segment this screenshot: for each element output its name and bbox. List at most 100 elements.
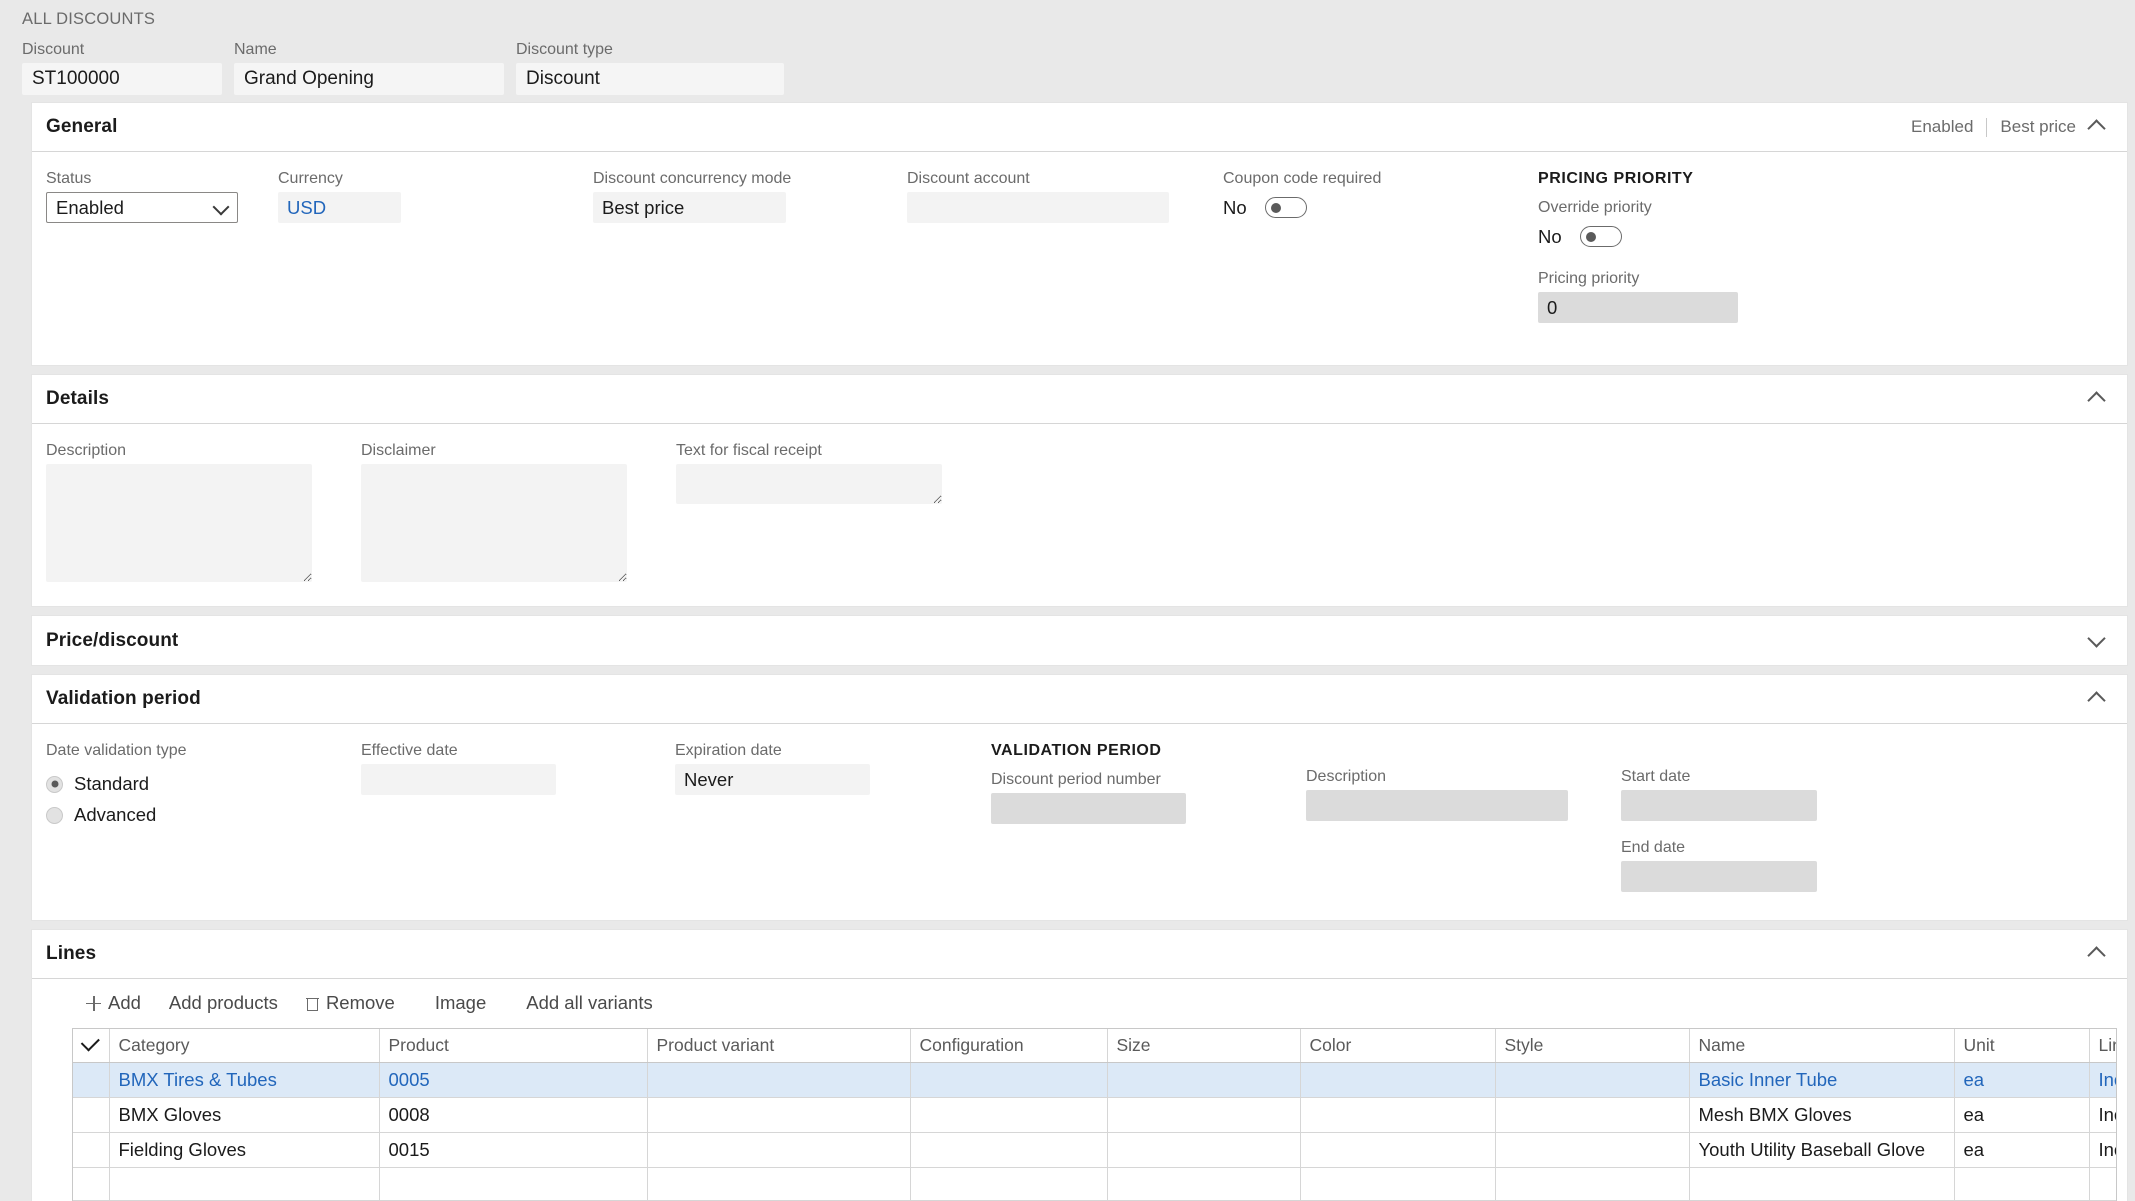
disclaimer-textarea[interactable] (361, 464, 627, 582)
row-select-cell[interactable] (73, 1132, 110, 1168)
price-discount-section-header[interactable]: Price/discount (32, 616, 2127, 665)
col-size[interactable]: Size (1107, 1029, 1301, 1063)
add-all-variants-button[interactable]: Add all variants (512, 988, 666, 1018)
radio-advanced[interactable]: Advanced (46, 804, 361, 826)
row-select-cell[interactable] (73, 1167, 110, 1201)
cell-line[interactable]: Incl (2089, 1132, 2116, 1168)
discount-account-input[interactable] (907, 192, 1169, 223)
breadcrumb[interactable]: ALL DISCOUNTS (22, 10, 2135, 29)
cell-size[interactable] (1107, 1062, 1301, 1098)
discount-period-number-input[interactable] (991, 793, 1186, 824)
cell-line[interactable] (2089, 1167, 2116, 1201)
chevron-up-icon[interactable] (2089, 946, 2105, 962)
validation-period-section-header[interactable]: Validation period (32, 675, 2127, 724)
row-select-cell[interactable] (73, 1097, 110, 1133)
discount-input[interactable] (22, 63, 222, 95)
cell-size[interactable] (1107, 1167, 1301, 1201)
cell-unit[interactable]: ea (1954, 1097, 2090, 1133)
chevron-down-icon[interactable] (2089, 633, 2105, 649)
pricing-priority-input[interactable] (1538, 292, 1738, 323)
cell-line[interactable]: Incl (2089, 1097, 2116, 1133)
col-style[interactable]: Style (1495, 1029, 1690, 1063)
col-unit[interactable]: Unit (1954, 1029, 2090, 1063)
cell-style[interactable] (1495, 1062, 1690, 1098)
discount-type-label: Discount type (516, 41, 613, 58)
select-all-header[interactable] (73, 1029, 110, 1063)
col-product[interactable]: Product (379, 1029, 648, 1063)
cell-configuration[interactable] (910, 1097, 1108, 1133)
table-row[interactable]: Fielding Gloves 0015 Youth Utility Baseb… (73, 1132, 2116, 1168)
discount-type-input[interactable] (516, 63, 784, 95)
radio-standard-label: Standard (74, 773, 150, 794)
cell-style[interactable] (1495, 1097, 1690, 1133)
cell-name[interactable]: Youth Utility Baseball Glove (1689, 1132, 1955, 1168)
cell-category[interactable]: BMX Gloves (109, 1097, 380, 1133)
col-configuration[interactable]: Configuration (910, 1029, 1108, 1063)
cell-product-variant[interactable] (647, 1167, 911, 1201)
col-line[interactable]: Line (2089, 1029, 2116, 1063)
add-button[interactable]: Add (72, 988, 155, 1018)
col-color[interactable]: Color (1300, 1029, 1496, 1063)
lines-section-header[interactable]: Lines (32, 930, 2127, 979)
discount-concurrency-mode-input[interactable] (593, 192, 786, 223)
image-button[interactable]: Image (421, 988, 500, 1018)
cell-product[interactable]: 0008 (379, 1097, 648, 1133)
add-products-button[interactable]: Add products (155, 988, 292, 1018)
cell-product[interactable]: 0005 (379, 1062, 648, 1098)
cell-style[interactable] (1495, 1132, 1690, 1168)
currency-input[interactable] (278, 192, 401, 223)
table-row[interactable]: BMX Gloves 0008 Mesh BMX Gloves ea Incl (73, 1097, 2116, 1133)
cell-unit[interactable]: ea (1954, 1132, 2090, 1168)
cell-name[interactable]: Mesh BMX Gloves (1689, 1097, 1955, 1133)
cell-size[interactable] (1107, 1097, 1301, 1133)
cell-name[interactable] (1689, 1167, 1955, 1201)
start-date-input[interactable] (1621, 790, 1817, 821)
cell-product[interactable]: 0015 (379, 1132, 648, 1168)
end-date-input[interactable] (1621, 861, 1817, 892)
col-name[interactable]: Name (1689, 1029, 1955, 1063)
general-section-header[interactable]: General Enabled Best price (32, 103, 2127, 152)
name-input[interactable] (234, 63, 504, 95)
general-title: General (46, 116, 118, 137)
cell-color[interactable] (1300, 1062, 1496, 1098)
cell-unit[interactable] (1954, 1167, 2090, 1201)
radio-standard[interactable]: Standard (46, 773, 361, 795)
cell-category[interactable]: Fielding Gloves (109, 1132, 380, 1168)
cell-product-variant[interactable] (647, 1062, 911, 1098)
cell-product-variant[interactable] (647, 1097, 911, 1133)
cell-unit[interactable]: ea (1954, 1062, 2090, 1098)
table-row[interactable] (73, 1167, 2116, 1201)
cell-color[interactable] (1300, 1167, 1496, 1201)
coupon-code-toggle[interactable] (1265, 197, 1307, 218)
cell-configuration[interactable] (910, 1062, 1108, 1098)
cell-color[interactable] (1300, 1097, 1496, 1133)
description-textarea[interactable] (46, 464, 312, 582)
cell-color[interactable] (1300, 1132, 1496, 1168)
effective-date-input[interactable] (361, 764, 556, 795)
chevron-up-icon[interactable] (2089, 119, 2105, 135)
cell-size[interactable] (1107, 1132, 1301, 1168)
details-section-header[interactable]: Details (32, 375, 2127, 424)
table-row[interactable]: BMX Tires & Tubes 0005 Basic Inner Tube … (73, 1062, 2116, 1098)
chevron-up-icon[interactable] (2089, 691, 2105, 707)
cell-style[interactable] (1495, 1167, 1690, 1201)
remove-button[interactable]: Remove (292, 988, 409, 1018)
cell-line[interactable]: Incl (2089, 1062, 2116, 1098)
vp-description-input[interactable] (1306, 790, 1568, 821)
cell-product[interactable] (379, 1167, 648, 1201)
status-select[interactable]: Enabled (46, 192, 238, 223)
cell-configuration[interactable] (910, 1167, 1108, 1201)
text-for-fiscal-receipt-textarea[interactable] (676, 464, 942, 504)
cell-category[interactable] (109, 1167, 380, 1201)
expiration-date-input[interactable] (675, 764, 870, 795)
col-product-variant[interactable]: Product variant (647, 1029, 911, 1063)
effective-date-label: Effective date (361, 742, 458, 759)
cell-configuration[interactable] (910, 1132, 1108, 1168)
cell-name[interactable]: Basic Inner Tube (1689, 1062, 1955, 1098)
col-category[interactable]: Category (109, 1029, 380, 1063)
chevron-up-icon[interactable] (2089, 391, 2105, 407)
cell-product-variant[interactable] (647, 1132, 911, 1168)
cell-category[interactable]: BMX Tires & Tubes (109, 1062, 380, 1098)
row-select-cell[interactable] (73, 1062, 110, 1098)
override-priority-toggle[interactable] (1580, 226, 1622, 247)
